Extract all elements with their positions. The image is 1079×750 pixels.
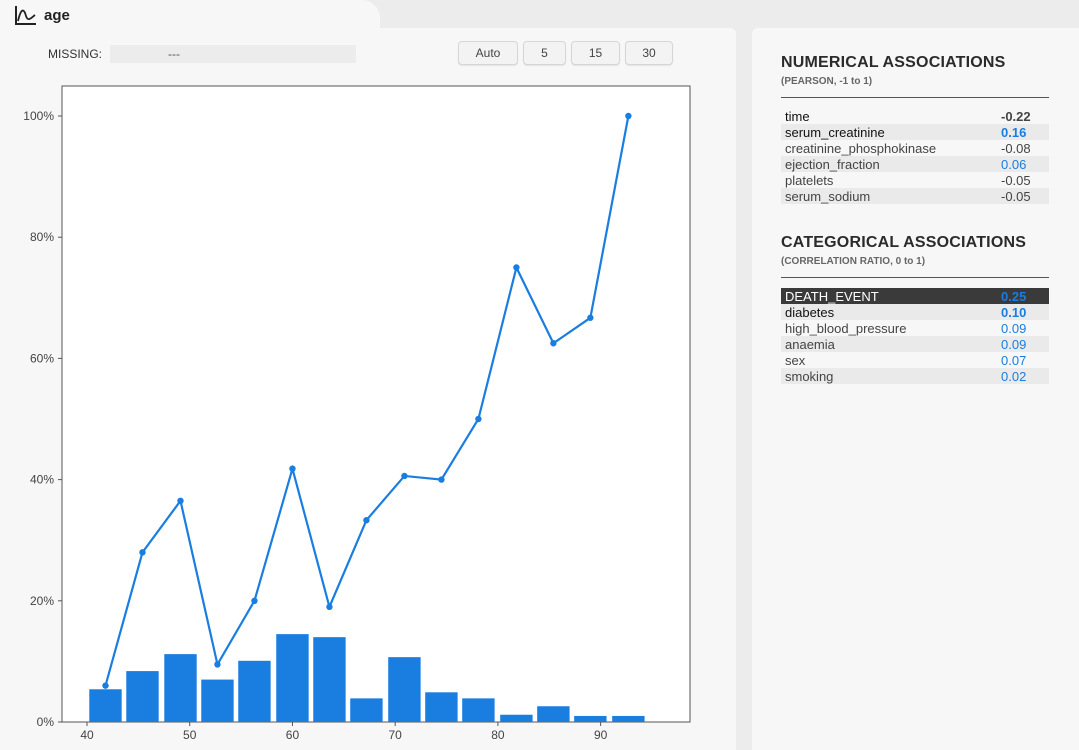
categorical-row-DEATH-EVENT[interactable]: DEATH_EVENT 0.25: [781, 288, 1049, 304]
histogram-bar: [574, 715, 607, 722]
x-ticks-group: 40 50 60 70 80 90: [80, 722, 608, 742]
target-rate-point: [289, 465, 296, 472]
categorical-row-name: high_blood_pressure: [785, 320, 907, 336]
categorical-row-anaemia[interactable]: anaemia 0.09: [781, 336, 1049, 352]
categorical-list: DEATH_EVENT 0.25 diabetes 0.10 high_blood_pr…: [781, 288, 1049, 384]
histogram-bar: [462, 698, 495, 722]
x-tick-label: 80: [491, 728, 505, 742]
target-rate-point: [363, 517, 370, 524]
target-rate-point: [251, 597, 258, 604]
plot-area: [61, 85, 691, 723]
numerical-row-creatinine-phosphokinase[interactable]: creatinine_phosphokinase -0.08: [781, 140, 1049, 156]
y-tick-label: 100%: [23, 109, 54, 123]
numerical-row-time[interactable]: time -0.22: [781, 108, 1049, 124]
x-tick-label: 40: [80, 728, 94, 742]
histogram-bar: [350, 698, 383, 722]
y-tick-label: 40%: [30, 473, 54, 487]
numerical-row-name: ejection_fraction: [785, 156, 880, 172]
categorical-row-value: 0.02: [1001, 368, 1027, 384]
numerical-list: time -0.22 serum_creatinine 0.16 creatinine_…: [781, 108, 1049, 204]
categorical-row-diabetes[interactable]: diabetes 0.10: [781, 304, 1049, 320]
target-rate-point: [102, 682, 109, 689]
histogram-bar: [238, 660, 271, 722]
target-rate-point: [214, 661, 221, 668]
numerical-row-value: -0.05: [1001, 188, 1031, 204]
categorical-divider: [781, 277, 1049, 278]
target-rate-point: [625, 112, 632, 120]
categorical-row-value: 0.10: [1001, 304, 1027, 320]
categorical-row-name: DEATH_EVENT: [785, 288, 879, 304]
target-rate-point: [401, 472, 408, 480]
numerical-subtitle: (PEARSON, -1 to 1): [781, 76, 873, 87]
numerical-row-name: creatinine_phosphokinase: [785, 140, 937, 156]
y-tick-label: 20%: [30, 594, 54, 608]
y-ticks-group: 0% 20% 40% 60% 80% 100%: [23, 109, 62, 729]
numerical-row-name: time: [785, 108, 810, 124]
categorical-row-value: 0.25: [1001, 288, 1027, 304]
numerical-divider: [781, 97, 1049, 98]
numerical-row-value: -0.08: [1001, 140, 1031, 156]
associations-panel: NUMERICAL ASSOCIATIONS (PEARSON, -1 to 1…: [752, 28, 1079, 750]
categorical-row-name: sex: [785, 352, 806, 368]
numerical-row-serum-creatinine[interactable]: serum_creatinine 0.16: [781, 124, 1049, 140]
numerical-row-platelets[interactable]: platelets -0.05: [781, 172, 1049, 188]
target-rate-point: [475, 415, 482, 423]
categorical-row-value: 0.09: [1001, 320, 1027, 336]
target-rate-point: [513, 264, 520, 271]
y-tick-label: 60%: [30, 351, 54, 365]
categorical-row-name: smoking: [785, 368, 834, 384]
numerical-row-value: -0.22: [1001, 108, 1031, 124]
categorical-row-name: anaemia: [785, 336, 835, 352]
target-rate-point: [139, 549, 146, 556]
histogram-bar: [126, 671, 159, 722]
numerical-row-name: serum_sodium: [785, 188, 871, 204]
histogram-bar: [164, 654, 197, 722]
numerical-row-value: 0.16: [1001, 124, 1027, 140]
x-tick-label: 50: [183, 728, 197, 742]
target-rate-point: [326, 603, 333, 611]
categorical-row-sex[interactable]: sex 0.07: [781, 352, 1049, 368]
x-tick-label: 60: [286, 728, 300, 742]
y-tick-label: 80%: [30, 230, 54, 244]
x-tick-label: 90: [594, 728, 608, 742]
categorical-subtitle: (CORRELATION RATIO, 0 to 1): [781, 256, 926, 267]
categorical-row-high-blood-pressure[interactable]: high_blood_pressure 0.09: [781, 320, 1049, 336]
categorical-row-name: diabetes: [785, 304, 835, 320]
numerical-row-name: serum_creatinine: [785, 124, 885, 140]
numerical-row-ejection-fraction[interactable]: ejection_fraction 0.06: [781, 156, 1049, 172]
x-tick-label: 70: [389, 728, 403, 742]
histogram-bar: [537, 706, 570, 722]
target-rate-point: [438, 476, 445, 483]
target-rate-point: [550, 340, 557, 347]
numerical-title: NUMERICAL ASSOCIATIONS: [781, 54, 1006, 71]
numerical-row-value: 0.06: [1001, 156, 1027, 172]
histogram-bar: [276, 634, 309, 722]
histogram-chart: 40 50 60 70 80 90 0% 20% 40% 60% 80% 100%: [23, 85, 691, 742]
numerical-row-serum-sodium[interactable]: serum_sodium -0.05: [781, 188, 1049, 204]
numerical-row-value: -0.05: [1001, 172, 1031, 188]
histogram-bar: [612, 715, 645, 722]
categorical-row-value: 0.09: [1001, 336, 1027, 352]
target-rate-point: [177, 497, 184, 505]
y-tick-label: 0%: [37, 715, 55, 729]
histogram-bar: [500, 714, 533, 722]
histogram-bar: [388, 657, 421, 722]
categorical-row-value: 0.07: [1001, 352, 1027, 368]
numerical-row-name: platelets: [785, 172, 834, 188]
histogram-bar: [89, 689, 122, 722]
categorical-row-smoking[interactable]: smoking 0.02: [781, 368, 1049, 384]
histogram-bar: [201, 679, 234, 722]
target-rate-point: [587, 314, 594, 321]
histogram-bar: [425, 692, 458, 722]
histogram-bar: [313, 637, 346, 722]
categorical-title: CATEGORICAL ASSOCIATIONS: [781, 234, 1027, 251]
